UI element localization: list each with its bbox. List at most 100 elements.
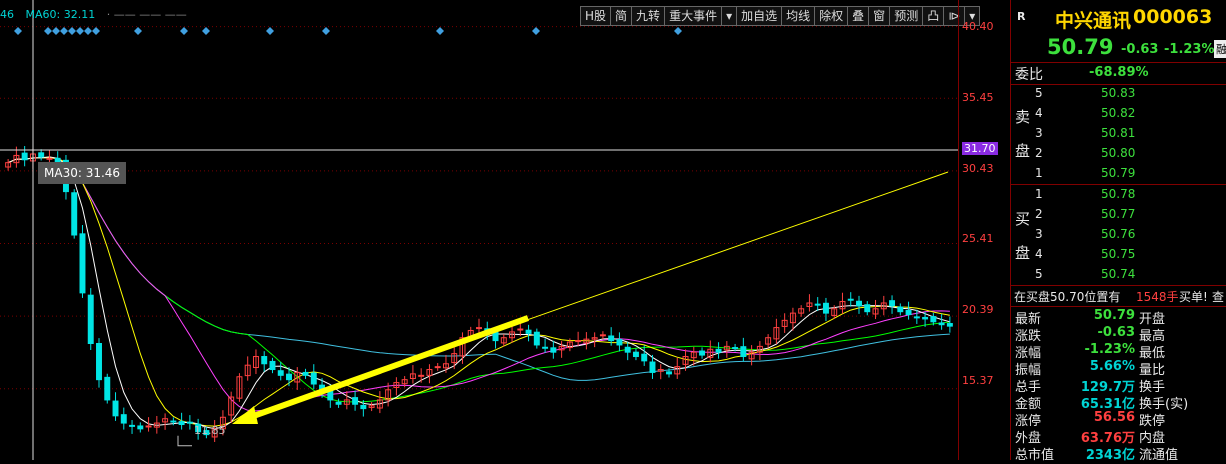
- event-diamond-icon: [266, 27, 274, 35]
- candle-body: [120, 414, 127, 424]
- candle-body: [434, 366, 441, 369]
- y-tick-label: 20.39: [962, 303, 994, 316]
- buy-level-row[interactable]: 1 50.78: [1011, 185, 1226, 205]
- event-diamond-icon: [44, 27, 52, 35]
- price-axis: 40.40 35.45 31.70 30.43 25.41 20.39 15.3…: [958, 0, 1011, 460]
- candle-body: [360, 404, 367, 410]
- buy-level-row[interactable]: 3 50.76: [1011, 225, 1226, 245]
- ma60-legend: MA60: 32.11: [25, 8, 96, 21]
- event-diamond-icon: [76, 27, 84, 35]
- candlestick-chart[interactable]: [0, 0, 958, 460]
- candle-body: [46, 157, 53, 160]
- candle-body: [302, 371, 309, 376]
- last-price: 50.79: [1047, 35, 1114, 59]
- cursor-price-label: 31.70: [962, 142, 998, 155]
- quote-panel: R 中兴通讯 000063 50.79 -0.63 -1.23% 融 委比 -6…: [1010, 0, 1226, 463]
- candle-body: [732, 347, 739, 350]
- candle-body: [575, 340, 582, 343]
- ma-legend: 46 MA60: 32.11 · —— —— ——: [0, 8, 187, 21]
- event-diamond-icon: [68, 27, 76, 35]
- candle-body: [699, 350, 706, 356]
- candle-body: [79, 233, 86, 294]
- candle-body: [649, 361, 656, 373]
- toolbar-events-button[interactable]: 重大事件: [664, 6, 723, 26]
- price-change-pct: -1.23%: [1164, 42, 1215, 57]
- toolbar-hshare-button[interactable]: H股: [580, 6, 612, 26]
- candle-body: [913, 316, 920, 319]
- chevron-down-icon[interactable]: ▾: [721, 6, 738, 26]
- event-diamond-icon: [134, 27, 142, 35]
- margin-badge[interactable]: 融: [1214, 40, 1226, 58]
- sell-level-row[interactable]: 2 50.80: [1011, 144, 1226, 164]
- event-diamond-icon: [202, 27, 210, 35]
- buy-level-row[interactable]: 2 50.77: [1011, 205, 1226, 225]
- event-diamond-icon: [60, 27, 68, 35]
- candle-body: [310, 372, 317, 385]
- header-r-label: R: [1017, 10, 1026, 23]
- candle-body: [525, 329, 532, 334]
- chart-toolbar: H股 简 九转 重大事件 ▾ 加自选 均线 除权 叠 窗 预测 凸 ⧐ ▾: [580, 6, 981, 26]
- candle-body: [96, 343, 102, 381]
- y-tick-label: 15.37: [962, 374, 994, 387]
- toolbar-shape-icon[interactable]: 凸: [922, 6, 945, 26]
- candle-body: [277, 370, 284, 376]
- toolbar-simple-button[interactable]: 简: [610, 6, 633, 26]
- candle-body: [269, 360, 276, 371]
- sell-level-row[interactable]: 4 50.82: [1011, 104, 1226, 124]
- event-diamond-icon: [674, 27, 682, 35]
- candle-body: [897, 306, 904, 313]
- ma30-line: [7, 157, 950, 403]
- candle-body: [21, 152, 28, 161]
- candle-body: [542, 346, 549, 349]
- order-notice[interactable]: 在买盘50.70位置有 1548手 买单! 查: [1011, 286, 1226, 306]
- buy-level-row[interactable]: 4 50.75: [1011, 245, 1226, 265]
- toolbar-forecast-button[interactable]: 预测: [889, 6, 924, 26]
- candle-body: [922, 316, 929, 320]
- toolbar-overlay-button[interactable]: 叠: [847, 6, 870, 26]
- y-tick-label: 25.41: [962, 232, 994, 245]
- stock-code: 000063: [1133, 6, 1213, 28]
- buy-level-row[interactable]: 5 50.74: [1011, 265, 1226, 285]
- divider: [1011, 62, 1226, 63]
- toolbar-exright-button[interactable]: 除权: [814, 6, 849, 26]
- candle-body: [145, 425, 152, 428]
- toolbar-add-watch-button[interactable]: 加自选: [736, 6, 783, 26]
- candle-body: [550, 347, 557, 353]
- candle-body: [87, 294, 94, 345]
- stats-row: 总市值 2343亿 流通值: [1015, 448, 1179, 463]
- candle-body: [137, 425, 144, 430]
- candle-body: [170, 420, 177, 423]
- candle-body: [822, 302, 829, 314]
- low-price-marker: [177, 435, 192, 447]
- candle-body: [178, 421, 185, 426]
- sell-level-row[interactable]: 3 50.81: [1011, 124, 1226, 144]
- ma30-tooltip: MA30: 31.46: [38, 162, 127, 184]
- low-price-label: 11.85: [194, 424, 226, 437]
- candle-body: [608, 335, 615, 342]
- candle-body: [740, 346, 747, 358]
- candle-body: [946, 323, 953, 327]
- candle-body: [938, 322, 945, 326]
- sell-level-row[interactable]: 5 50.83: [1011, 84, 1226, 104]
- sell-level-row[interactable]: 1 50.79: [1011, 164, 1226, 184]
- y-tick-label: 40.40: [962, 20, 994, 33]
- ma-legend-frag: 46: [0, 8, 14, 21]
- y-tick-label: 35.45: [962, 91, 994, 104]
- candle-body: [476, 327, 482, 330]
- toolbar-window-button[interactable]: 窗: [868, 6, 891, 26]
- stock-name: 中兴通讯: [1055, 10, 1132, 32]
- candle-body: [186, 421, 193, 424]
- candle-body: [104, 376, 111, 401]
- weibi-label: 委比: [1015, 67, 1043, 83]
- toolbar-ma-button[interactable]: 均线: [781, 6, 816, 26]
- candle-body: [666, 371, 672, 375]
- event-diamond-icon: [14, 27, 22, 35]
- event-diamond-icon: [52, 27, 60, 35]
- divider: [1011, 306, 1226, 307]
- toolbar-jiuzhuan-button[interactable]: 九转: [631, 6, 666, 26]
- candle-body: [847, 298, 854, 301]
- candle-body: [112, 400, 119, 417]
- candle-body: [715, 348, 722, 353]
- candle-body: [71, 192, 78, 236]
- candle-body: [335, 401, 342, 405]
